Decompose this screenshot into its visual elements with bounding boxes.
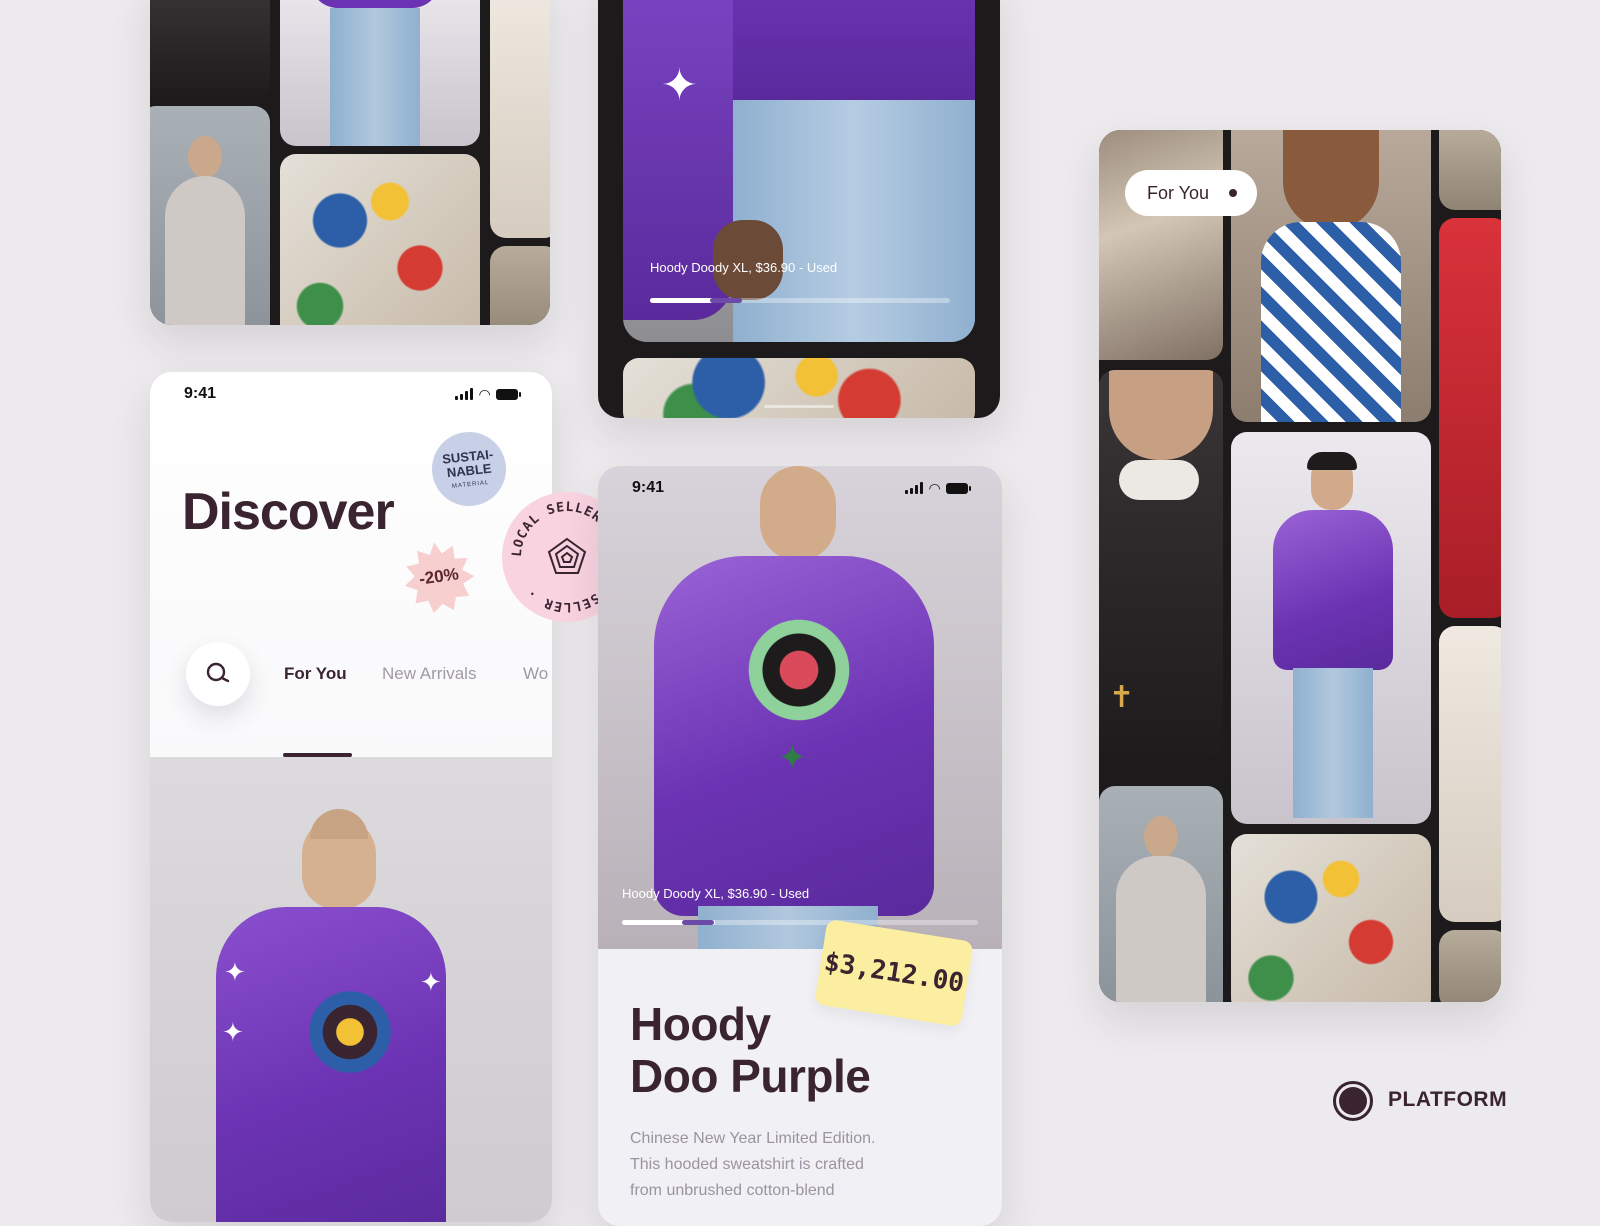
- star-print-icon: ✦: [661, 61, 698, 110]
- brand-name: PLATFORM: [1388, 1088, 1508, 1111]
- product-title: Hoody Doo Purple: [630, 998, 871, 1102]
- tab-women[interactable]: Wo: [523, 664, 548, 684]
- price-label: $3,212.00: [822, 947, 966, 999]
- tab-new-arrivals[interactable]: New Arrivals: [382, 664, 476, 684]
- status-bar: 9:41 ◠: [150, 372, 552, 416]
- discount-sticker: -20%: [399, 537, 478, 616]
- photo-jewelry: [150, 0, 270, 98]
- product-title-line2: Doo Purple: [630, 1050, 871, 1102]
- photo-woman-hoodie: [1099, 786, 1223, 1002]
- photo-beige: [1439, 930, 1501, 1002]
- jacket-graphic: [744, 616, 854, 736]
- wifi-icon: ◠: [929, 479, 940, 496]
- signal-icon: [905, 482, 924, 494]
- status-bar: 9:41 ◠: [598, 466, 1002, 510]
- photo-man-jeans: [280, 0, 480, 146]
- battery-icon: [496, 388, 521, 400]
- home-indicator: [764, 405, 834, 408]
- for-you-pill-label: For You: [1147, 182, 1210, 203]
- star-print-icon: ✦: [222, 1017, 244, 1047]
- photo-patterned-bag: [1231, 834, 1431, 1002]
- pentagon-logo-icon: [547, 537, 587, 574]
- description-line: from unbrushed cotton-blend: [630, 1182, 835, 1199]
- description-line: This hooded sweatshirt is crafted: [630, 1156, 864, 1173]
- photo-man-purple-jacket: [1231, 432, 1431, 824]
- feed-screen: ✝ For You: [1099, 130, 1501, 1002]
- sustainable-sticker-line3: MATERIAL: [451, 479, 490, 490]
- photo-red-fabric: [1439, 218, 1501, 618]
- dot-icon: [1229, 189, 1237, 197]
- status-icons: ◠: [455, 385, 521, 403]
- for-you-pill[interactable]: For You: [1125, 170, 1257, 216]
- product-detail-screen: ✦ 9:41 ◠ Hoody Doody XL, $36.90 - Used H…: [598, 466, 1002, 1226]
- photo-purple-bomber-back: ✦: [598, 466, 1002, 949]
- preview-progress-marker: [710, 298, 742, 303]
- collage-card-top-left: [150, 0, 550, 325]
- cross-pendant-icon: ✝: [1109, 681, 1135, 714]
- description-line: Chinese New Year Limited Edition.: [630, 1130, 876, 1147]
- search-icon: [206, 662, 230, 683]
- page-title: Discover: [182, 483, 395, 541]
- tab-for-you[interactable]: For You: [284, 664, 347, 684]
- status-time: 9:41: [184, 385, 217, 402]
- preview-progress-bar: [650, 298, 950, 303]
- product-description: Chinese New Year Limited Edition. This h…: [630, 1126, 875, 1204]
- photo-woman-hoodie: [150, 106, 270, 325]
- preview-caption: Hoody Doody XL, $36.90 - Used: [650, 260, 838, 275]
- photo-fabric: [1439, 130, 1501, 210]
- photo-patterned-bag: [280, 154, 480, 325]
- status-time: 9:41: [632, 479, 665, 496]
- photo-child: [1439, 626, 1501, 922]
- product-caption: Hoody Doody XL, $36.90 - Used: [622, 886, 810, 901]
- photo-man-purple-hoodie: ✦ ✦ ✦: [150, 757, 552, 1222]
- sustainable-sticker-line2: NABLE: [446, 460, 493, 481]
- signal-icon: [455, 388, 474, 400]
- product-progress-bar: [622, 920, 978, 925]
- product-preview-card[interactable]: ✦ Hoody Doody XL, $36.90 - Used: [598, 0, 1000, 418]
- photo-beige: [490, 246, 550, 325]
- photo-boy-patterned-tee: [1231, 130, 1431, 422]
- platform-logo-icon: [1333, 1081, 1373, 1121]
- search-button[interactable]: [186, 642, 250, 706]
- discover-screen: 9:41 ◠ Discover For You New Arrivals Wo …: [150, 372, 552, 1222]
- photo-patterned-strip: [623, 358, 975, 418]
- photo-purple-sweater-jeans: ✦: [623, 0, 975, 342]
- star-print-icon: ✦: [778, 739, 807, 777]
- hoodie-graphic: [300, 987, 400, 1077]
- star-print-icon: ✦: [224, 957, 246, 987]
- photo-rock: [1099, 130, 1223, 360]
- battery-icon: [946, 482, 971, 494]
- star-print-icon: ✦: [420, 967, 442, 997]
- wifi-icon: ◠: [479, 385, 490, 402]
- product-progress-marker: [682, 920, 714, 925]
- photo-child: [490, 0, 550, 238]
- status-icons: ◠: [905, 479, 971, 497]
- photo-necklace: ✝: [1099, 370, 1223, 758]
